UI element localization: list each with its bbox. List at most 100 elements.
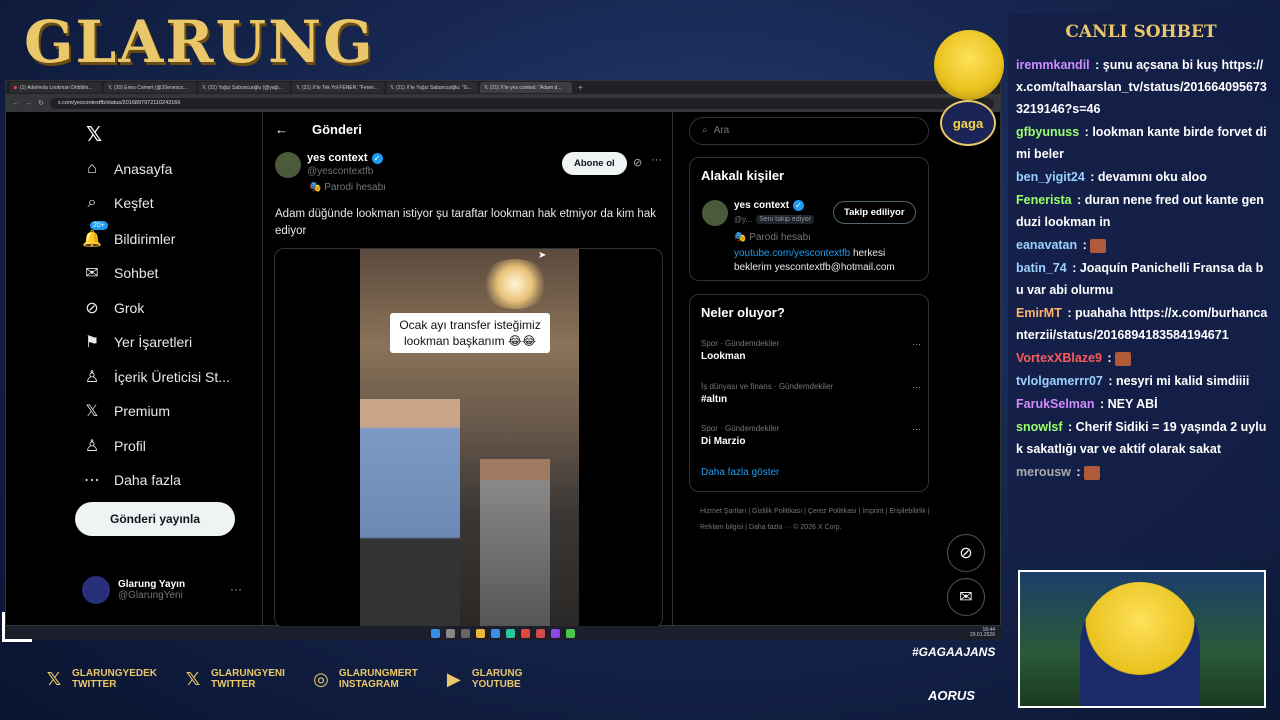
folder-icon[interactable] <box>476 628 485 638</box>
separator: : <box>1073 193 1085 207</box>
nav-item-premium[interactable]: 𝕏 Premium <box>82 401 170 421</box>
chat-username[interactable]: batin_74 <box>1016 261 1067 275</box>
separator: : <box>1064 420 1076 434</box>
avatar[interactable] <box>275 152 301 178</box>
sponsor-logo: AORUS <box>928 688 975 703</box>
avatar[interactable] <box>702 200 728 226</box>
video-player[interactable]: Ocak ayı transfer isteğimiz lookman başk… <box>360 249 579 627</box>
back-arrow-icon[interactable]: ← <box>275 122 288 137</box>
x-logo-icon[interactable]: 𝕏 <box>86 122 102 147</box>
author-handle[interactable]: @yescontextfb <box>307 166 373 177</box>
nav-item-home[interactable]: ⌂ Anasayfa <box>82 160 172 178</box>
account-name: Glarung Yayın <box>118 579 186 590</box>
post-media[interactable]: Ocak ayı transfer isteğimiz lookman başk… <box>274 248 663 628</box>
chat-username[interactable]: snowlsf <box>1016 420 1063 434</box>
nav-item-notifications[interactable]: 🔔 20+ Bildirimler <box>82 221 175 249</box>
grok-icon[interactable]: ⊘ <box>633 156 642 169</box>
chat-username[interactable]: FarukSelman <box>1016 397 1095 411</box>
nav-item-profile[interactable]: ♙ Profil <box>82 436 146 456</box>
more-icon[interactable]: ··· <box>912 424 921 434</box>
browser-tab[interactable]: ▶ (1) Adeimola Lookman Dribblin... <box>10 82 102 93</box>
social-links: 𝕏 GLARUNGYEDEK TWITTER 𝕏 GLARUNGYENI TWITTER ◎… <box>44 668 523 690</box>
account-switcher[interactable]: Glarung Yayın @GlarungYeni <box>82 576 185 604</box>
trend-item[interactable]: Spor · Gündemdekiler Lookman ··· <box>701 339 921 362</box>
chat-username[interactable]: EmirMT <box>1016 306 1062 320</box>
messages-float-button[interactable]: ✉ <box>947 578 985 616</box>
edge-icon[interactable] <box>506 628 515 638</box>
browser-tab[interactable]: 𝕏 (21) X'te Tek Yol FENER: "Fener... <box>292 82 384 93</box>
new-tab-button[interactable]: + <box>578 83 583 92</box>
chat-username[interactable]: gfbyunuss <box>1016 125 1079 139</box>
post-button[interactable]: Gönderi yayınla <box>75 502 235 536</box>
chat-username[interactable]: Fenerista <box>1016 193 1072 207</box>
browser-tab[interactable]: 𝕏 (21) X'te Yağız Sabuncuoğlu: "G... <box>386 82 478 93</box>
verified-icon: ✓ <box>793 200 805 211</box>
app-icon[interactable] <box>536 628 545 638</box>
bio-link[interactable]: youtube.com/yescontextfb <box>734 248 850 259</box>
follows-you-badge: Seni takip ediyor <box>756 215 814 224</box>
windows-start-icon[interactable] <box>431 628 440 638</box>
back-arrow-icon[interactable]: ← <box>12 100 19 107</box>
footer-links[interactable]: Hizmet Şartları | Gizlilik Politikası | … <box>700 504 930 536</box>
search-icon[interactable] <box>446 628 455 638</box>
author-name[interactable]: yes context ✓ <box>307 152 383 164</box>
chat-username[interactable]: iremmkandil <box>1016 58 1090 72</box>
browser-tab[interactable]: 𝕏 (20) Enes Comert (@10enesco... <box>104 82 196 93</box>
chat-message: merousw : <box>1016 461 1268 483</box>
chat-message: FarukSelman : NEY ABİ <box>1016 393 1268 415</box>
nav-item-chat[interactable]: ✉ Sohbet <box>82 263 158 283</box>
grok-float-button[interactable]: ⊘ <box>947 534 985 572</box>
browser-tab-active[interactable]: 𝕏 (21) X'te yes context: "Adam d... <box>480 82 572 93</box>
forward-arrow-icon[interactable]: → <box>25 100 32 107</box>
more-icon[interactable]: ··· <box>912 382 921 392</box>
x-icon: 𝕏 <box>185 668 201 689</box>
social-label: GLARUNGYEDEK TWITTER <box>72 668 157 690</box>
following-button[interactable]: Takip ediliyor <box>833 201 916 224</box>
chat-text: nesyri mi kalid simdiiii <box>1115 374 1250 388</box>
show-more-link[interactable]: Daha fazla göster <box>701 467 779 478</box>
related-name[interactable]: yes context ✓ <box>734 200 805 211</box>
video-caption: Ocak ayı transfer isteğimiz lookman başk… <box>390 313 550 353</box>
browser-tab[interactable]: 𝕏 (21) Yağız Sabuncuoğlu (@yağı... <box>198 82 290 93</box>
hashtag-label: #GAGAAJANS <box>912 645 996 659</box>
separator: : <box>1104 374 1116 388</box>
nav-item-explore[interactable]: ⌕ Keşfet <box>82 194 154 212</box>
chat-username[interactable]: VortexXBlaze9 <box>1016 351 1102 365</box>
chrome-icon[interactable] <box>566 628 575 638</box>
trend-item[interactable]: Spor · Gündemdekiler Di Marzio ··· <box>701 424 921 447</box>
chat-username[interactable]: tvlolgamerrr07 <box>1016 374 1103 388</box>
youtube-icon: ▶ <box>14 84 18 91</box>
chat-username[interactable]: eanavatan <box>1016 238 1077 252</box>
chat-username[interactable]: merousw <box>1016 465 1071 479</box>
person-image <box>480 459 550 627</box>
more-icon[interactable]: ··· <box>651 154 662 166</box>
post-text: Adam düğünde lookman istiyor şu taraftar… <box>275 208 656 237</box>
more-icon[interactable]: ··· <box>230 582 242 596</box>
creator-icon: ♙ <box>84 369 100 386</box>
app-icon[interactable] <box>521 628 530 638</box>
nav-item-creator-studio[interactable]: ♙ İçerik Üreticisi St... <box>82 367 230 387</box>
store-icon[interactable] <box>491 628 500 638</box>
mask-icon: 🎭 <box>734 232 750 243</box>
more-icon[interactable]: ··· <box>912 339 921 349</box>
x-icon: 𝕏 <box>484 84 489 91</box>
chat-message: eanavatan : <box>1016 234 1268 256</box>
trend-item[interactable]: İş dünyası ve finans · Gündemdekiler #alt… <box>701 382 921 405</box>
search-input[interactable]: ⌕ Ara <box>689 117 929 145</box>
live-chat-panel: CANLI SOHBET iremmkandil : şunu açsana b… <box>1008 14 1274 554</box>
nav-item-grok[interactable]: ⊘ Grok <box>82 298 144 318</box>
frame-corner <box>2 612 32 642</box>
system-clock[interactable]: 18:44 29.01.2026 <box>970 628 995 638</box>
chat-username[interactable]: ben_yigit24 <box>1016 170 1085 184</box>
notification-badge: 20+ <box>90 221 108 230</box>
nav-item-bookmarks[interactable]: ⚑ Yer İşaretleri <box>82 332 192 352</box>
chat-title: CANLI SOHBET <box>1065 22 1217 42</box>
app-icon[interactable] <box>551 628 560 638</box>
reload-icon[interactable]: ↻ <box>38 99 44 107</box>
separator: : <box>1103 351 1116 365</box>
emote-icon <box>1084 465 1100 480</box>
task-view-icon[interactable] <box>461 628 470 638</box>
nav-item-more[interactable]: ⋯ Daha fazla <box>82 470 181 490</box>
url-input[interactable]: x.com/yescontextfb/status/20168979721102… <box>49 97 994 109</box>
subscribe-button[interactable]: Abone ol <box>562 152 627 175</box>
